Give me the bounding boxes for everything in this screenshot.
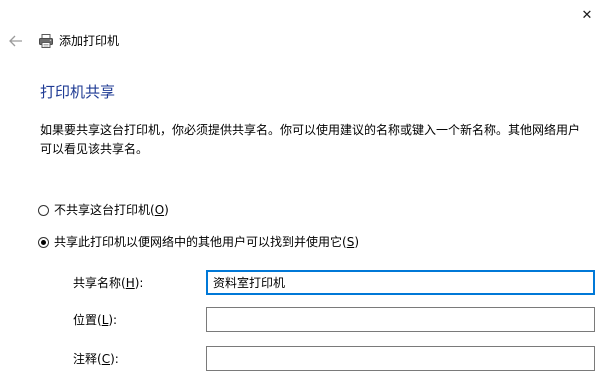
comment-label: 注释(C): xyxy=(73,352,119,366)
no-share-label: 不共享这台打印机(O) xyxy=(54,203,169,217)
comment-input[interactable] xyxy=(206,346,595,371)
no-share-radio-option[interactable]: 不共享这台打印机(O) xyxy=(38,201,169,219)
share-name-input[interactable] xyxy=(206,270,595,295)
close-icon: ✕ xyxy=(581,7,593,23)
share-label: 共享此打印机以便网络中的其他用户可以找到并使用它(S) xyxy=(54,235,359,249)
share-radio-option[interactable]: 共享此打印机以便网络中的其他用户可以找到并使用它(S) xyxy=(38,233,359,251)
close-button[interactable]: ✕ xyxy=(566,0,608,30)
arrow-left-icon xyxy=(9,35,22,47)
share-radio[interactable] xyxy=(38,236,49,248)
page-heading: 打印机共享 xyxy=(40,83,116,101)
location-input[interactable] xyxy=(206,307,595,332)
share-name-label: 共享名称(H): xyxy=(73,276,144,290)
location-label: 位置(L): xyxy=(73,313,118,327)
back-button[interactable] xyxy=(6,31,26,51)
page-description: 如果要共享这台打印机，你必须提供共享名。你可以使用建议的名称或键入一个新名称。其… xyxy=(40,123,581,156)
printer-icon xyxy=(39,34,53,48)
no-share-radio[interactable] xyxy=(38,204,49,216)
window-title: 添加打印机 xyxy=(59,34,120,48)
